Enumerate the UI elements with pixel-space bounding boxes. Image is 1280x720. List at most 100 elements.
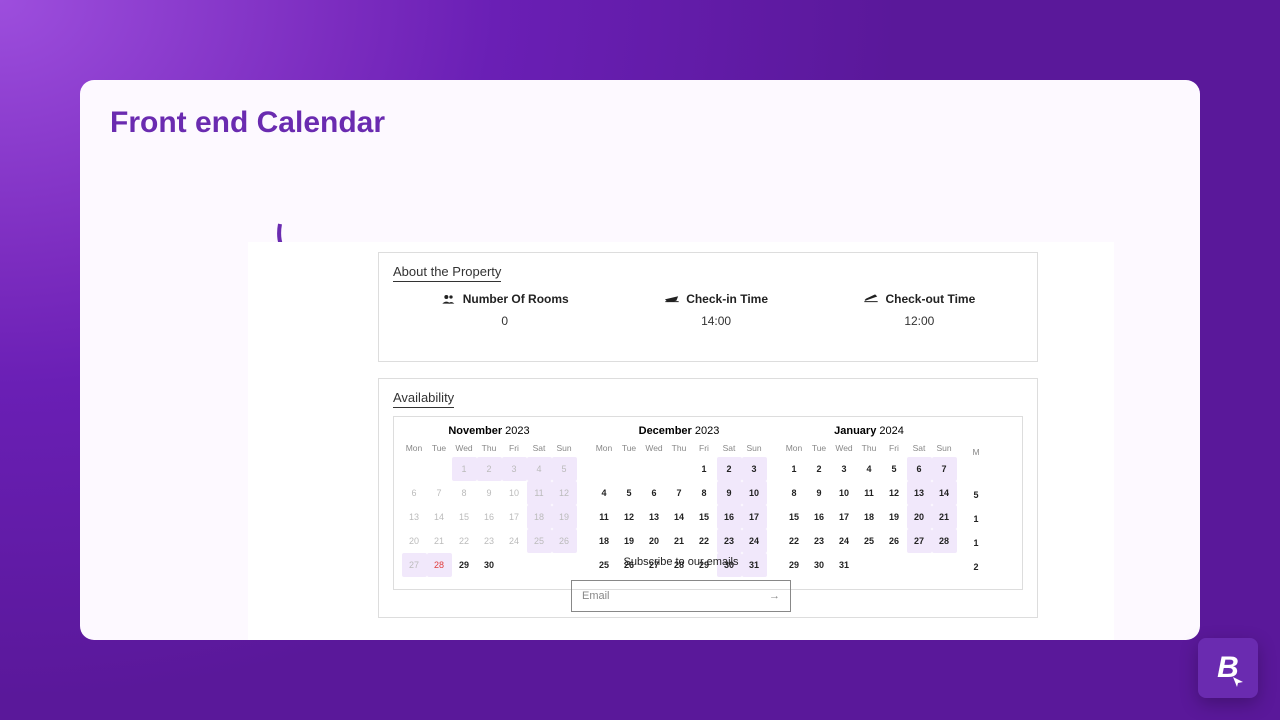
calendar-day[interactable]: 22 (692, 529, 717, 553)
calendar-day[interactable]: 22 (452, 529, 477, 553)
calendar-day[interactable]: 14 (932, 481, 957, 505)
calendar-day[interactable]: 19 (882, 505, 907, 529)
calendar-day[interactable]: 7 (427, 481, 452, 505)
calendar-day[interactable]: 4 (857, 457, 882, 481)
calendar-day[interactable]: 12 (882, 481, 907, 505)
calendar-day (617, 457, 642, 481)
calendar-day[interactable]: 3 (502, 457, 527, 481)
brand-badge[interactable]: B (1198, 638, 1258, 698)
calendar-day (642, 457, 667, 481)
calendar-day[interactable]: 17 (832, 505, 857, 529)
calendar-day[interactable]: 24 (742, 529, 767, 553)
calendar-day[interactable]: 1 (973, 531, 978, 555)
calendar-day[interactable]: 26 (882, 529, 907, 553)
calendar-day[interactable]: 8 (782, 481, 807, 505)
calendar-day[interactable]: 10 (832, 481, 857, 505)
calendar-day[interactable]: 20 (642, 529, 667, 553)
calendar-day[interactable]: 1 (782, 457, 807, 481)
calendar-day[interactable]: 16 (477, 505, 502, 529)
calendar-day[interactable]: 3 (832, 457, 857, 481)
calendar-day[interactable]: 15 (692, 505, 717, 529)
dow-label: Sat (717, 443, 742, 453)
inner-panel: About the Property Number Of Rooms 0 Che… (248, 242, 1114, 640)
calendar-day[interactable]: 9 (807, 481, 832, 505)
calendar-day[interactable]: 21 (932, 505, 957, 529)
calendar-day[interactable]: 5 (617, 481, 642, 505)
calendar-day[interactable]: 19 (617, 529, 642, 553)
checkout-value: 12:00 (863, 314, 975, 328)
calendar-day[interactable]: 10 (502, 481, 527, 505)
calendar-day[interactable]: 21 (427, 529, 452, 553)
calendar-day[interactable]: 17 (742, 505, 767, 529)
calendar-day[interactable]: 12 (617, 505, 642, 529)
calendar-day[interactable]: 9 (477, 481, 502, 505)
checkin-col: Check-in Time 14:00 (664, 292, 768, 328)
calendar-day[interactable]: 15 (452, 505, 477, 529)
calendar-day[interactable]: 1 (692, 457, 717, 481)
about-panel: About the Property Number Of Rooms 0 Che… (378, 252, 1038, 362)
calendar-day[interactable]: 23 (717, 529, 742, 553)
calendar-day[interactable]: 24 (502, 529, 527, 553)
calendar-day[interactable]: 20 (907, 505, 932, 529)
calendar-day[interactable]: 2 (807, 457, 832, 481)
calendar-day[interactable]: 11 (527, 481, 552, 505)
calendar-day[interactable]: 25 (527, 529, 552, 553)
calendar-day[interactable]: 7 (667, 481, 692, 505)
calendar-day[interactable]: 23 (807, 529, 832, 553)
calendar-day[interactable]: 16 (717, 505, 742, 529)
calendar-day[interactable]: 5 (552, 457, 577, 481)
calendar-day[interactable]: 8 (692, 481, 717, 505)
calendar-day[interactable]: 11 (857, 481, 882, 505)
calendar-day[interactable]: 22 (782, 529, 807, 553)
calendar-day[interactable]: 23 (477, 529, 502, 553)
dow-label: Tue (617, 443, 642, 453)
calendar-day[interactable]: 6 (402, 481, 427, 505)
calendar-day[interactable]: 13 (642, 505, 667, 529)
dow-label: Wed (642, 443, 667, 453)
submit-arrow-icon[interactable]: → (769, 590, 780, 602)
dow-label: Wed (832, 443, 857, 453)
calendar-day[interactable]: 4 (592, 481, 617, 505)
calendar-day[interactable]: 26 (552, 529, 577, 553)
calendar-day[interactable]: 2 (717, 457, 742, 481)
calendar-day[interactable]: 5 (882, 457, 907, 481)
calendar-day[interactable]: 1 (973, 507, 978, 531)
calendar-day[interactable]: 24 (832, 529, 857, 553)
calendar-day[interactable]: 8 (452, 481, 477, 505)
calendar-day[interactable]: 11 (592, 505, 617, 529)
calendar-day[interactable]: 6 (642, 481, 667, 505)
calendar-day[interactable]: 17 (502, 505, 527, 529)
calendar-day[interactable]: 28 (932, 529, 957, 553)
calendar-day[interactable]: 15 (782, 505, 807, 529)
calendar-day[interactable]: 19 (552, 505, 577, 529)
calendar-day[interactable]: 27 (907, 529, 932, 553)
calendar-day[interactable]: 4 (527, 457, 552, 481)
calendar-day[interactable]: 18 (592, 529, 617, 553)
email-input[interactable]: Email → (571, 580, 791, 612)
calendar-day[interactable]: 25 (857, 529, 882, 553)
calendar-day[interactable]: 14 (427, 505, 452, 529)
calendar-day[interactable]: 1 (452, 457, 477, 481)
calendar-day[interactable]: 5 (973, 483, 978, 507)
people-icon (441, 293, 457, 305)
calendar-day[interactable]: 9 (717, 481, 742, 505)
month-header: December 2023 (584, 425, 774, 437)
calendar-day[interactable]: 10 (742, 481, 767, 505)
calendar-day[interactable]: 20 (402, 529, 427, 553)
dow-label: Wed (452, 443, 477, 453)
dow-label: Fri (692, 443, 717, 453)
calendar-day[interactable]: 2 (477, 457, 502, 481)
calendar-day[interactable]: 13 (402, 505, 427, 529)
dow-label: Fri (882, 443, 907, 453)
calendar-day[interactable]: 21 (667, 529, 692, 553)
calendar-day[interactable]: 16 (807, 505, 832, 529)
calendar-day[interactable]: 7 (932, 457, 957, 481)
calendar-day[interactable]: 18 (527, 505, 552, 529)
calendar-day[interactable]: 6 (907, 457, 932, 481)
dow-label: M (972, 445, 979, 459)
calendar-day[interactable]: 3 (742, 457, 767, 481)
calendar-day[interactable]: 12 (552, 481, 577, 505)
calendar-day[interactable]: 18 (857, 505, 882, 529)
calendar-day[interactable]: 14 (667, 505, 692, 529)
calendar-day[interactable]: 13 (907, 481, 932, 505)
